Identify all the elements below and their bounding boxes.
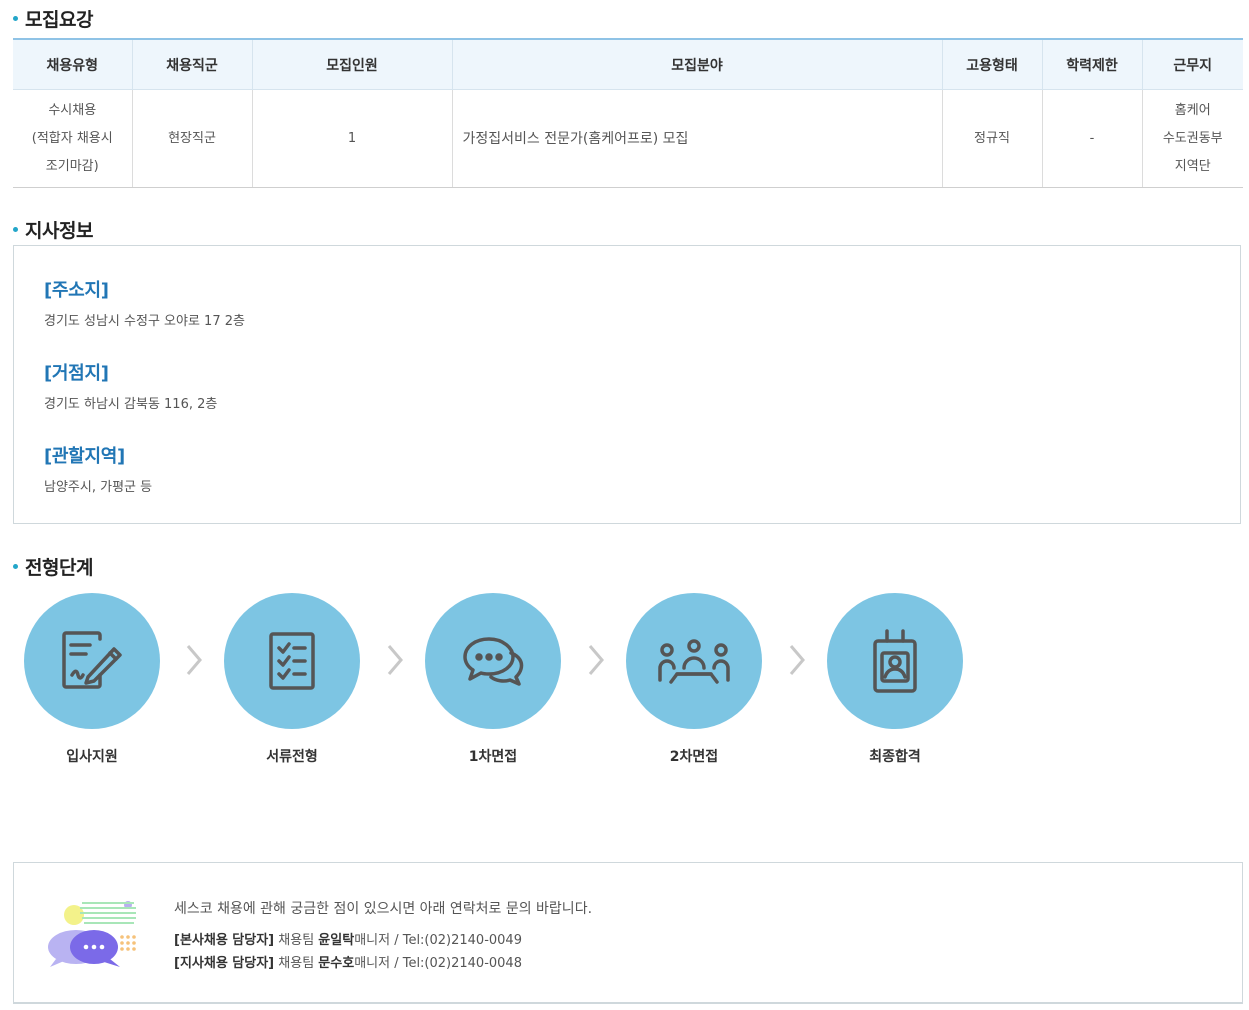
contact-hq-tel: 매니저 / Tel:(02)2140-0049 <box>354 933 522 948</box>
step-interview-2: 2차면접 <box>626 593 762 766</box>
branch-address: [주소지] 경기도 성남시 수정구 오야로 17 2층 <box>44 276 245 329</box>
th-job-group: 채용직군 <box>131 39 252 90</box>
bullet-icon <box>13 16 18 21</box>
branch-address-title: [주소지] <box>44 280 109 301</box>
contact-box: 세스코 채용에 관해 궁금한 점이 있으시면 아래 연락처로 문의 바랍니다. … <box>13 862 1243 1004</box>
section-title-branch: 지사정보 <box>13 216 93 243</box>
section-title-text: 모집요강 <box>25 9 93 31</box>
branch-base: [거점지] 경기도 하남시 감북동 116, 2층 <box>44 359 217 412</box>
branch-info-box: [주소지] 경기도 성남시 수정구 오야로 17 2층 [거점지] 경기도 하남… <box>13 245 1241 524</box>
chat-illustration-icon <box>48 901 136 967</box>
branch-base-title: [거점지] <box>44 363 109 384</box>
contact-branch: [지사채용 담당자] 채용팀 문수호매니저 / Tel:(02)2140-004… <box>174 952 522 971</box>
step-circle <box>827 593 963 729</box>
table-row: 수시채용 (적합자 채용시 조기마감) 현장직군 1 가정집서비스 전문가(홈케… <box>13 89 1243 188</box>
cell-type-line: 조기마감) <box>45 158 99 174</box>
th-education: 학력제한 <box>1041 39 1142 90</box>
step-circle <box>425 593 561 729</box>
step-document: 서류전형 <box>224 593 360 766</box>
th-employment: 고용형태 <box>941 39 1042 90</box>
contact-hq-team: 채용팀 <box>274 933 319 948</box>
step-apply: 입사지원 <box>24 593 160 766</box>
th-type: 채용유형 <box>13 39 132 90</box>
step-circle <box>626 593 762 729</box>
section-title-text: 지사정보 <box>25 220 93 242</box>
cell-job-group: 현장직군 <box>131 89 252 188</box>
bullet-icon <box>13 227 18 232</box>
step-label: 1차면접 <box>468 749 518 765</box>
contact-hq-label: [본사채용 담당자] <box>174 933 275 948</box>
cell-education: - <box>1041 89 1142 188</box>
step-label: 2차면접 <box>669 749 719 765</box>
branch-base-text: 경기도 하남시 감북동 116, 2층 <box>44 397 218 412</box>
id-badge-icon <box>873 629 917 693</box>
contact-branch-label: [지사채용 담당자] <box>174 956 275 971</box>
cell-type-line: (적합자 채용시 <box>31 130 113 146</box>
meeting-icon <box>658 639 730 684</box>
step-circle <box>24 593 160 729</box>
cell-type: 수시채용 (적합자 채용시 조기마감) <box>13 89 132 188</box>
step-final: 최종합격 <box>827 593 963 766</box>
section-title-recruit: 모집요강 <box>13 5 93 32</box>
recruit-table: 채용유형 채용직군 모집인원 모집분야 고용형태 학력제한 근무지 수시채용 (… <box>13 38 1243 188</box>
step-label: 입사지원 <box>66 749 118 765</box>
chevron-right-icon <box>387 645 403 675</box>
contact-hq: [본사채용 담당자] 채용팀 윤일탁매니저 / Tel:(02)2140-004… <box>174 929 522 948</box>
contact-branch-tel: 매니저 / Tel:(02)2140-0048 <box>354 956 522 971</box>
section-title-process: 전형단계 <box>13 553 93 580</box>
cell-employment: 정규직 <box>941 89 1042 188</box>
th-field: 모집분야 <box>451 39 942 90</box>
step-label: 서류전형 <box>266 749 318 765</box>
cell-field: 가정집서비스 전문가(홈케어프로) 모집 <box>451 89 942 188</box>
step-label: 최종합격 <box>869 749 921 765</box>
chat-bubbles-icon <box>463 637 524 686</box>
contact-branch-team: 채용팀 <box>274 956 319 971</box>
th-location: 근무지 <box>1141 39 1243 90</box>
chevron-right-icon <box>588 645 604 675</box>
contact-branch-name: 문수호 <box>318 956 355 971</box>
contact-intro: 세스코 채용에 관해 궁금한 점이 있으시면 아래 연락처로 문의 바랍니다. <box>174 901 593 917</box>
bullet-icon <box>13 564 18 569</box>
chevron-right-icon <box>789 645 805 675</box>
cell-location-line: 지역단 <box>1174 158 1211 174</box>
branch-region: [관할지역] 남양주시, 가평군 등 <box>44 442 152 495</box>
contact-hq-name: 윤일탁 <box>318 933 355 948</box>
branch-region-text: 남양주시, 가평군 등 <box>44 480 153 495</box>
branch-address-text: 경기도 성남시 수정구 오야로 17 2층 <box>44 314 245 329</box>
cell-location: 홈케어 수도권동부 지역단 <box>1141 89 1243 188</box>
cell-location-line: 수도권동부 <box>1162 130 1223 146</box>
th-headcount: 모집인원 <box>251 39 452 90</box>
step-interview-1: 1차면접 <box>425 593 561 766</box>
step-circle <box>224 593 360 729</box>
cell-headcount: 1 <box>251 89 452 188</box>
section-title-text: 전형단계 <box>25 557 93 579</box>
checklist-icon <box>269 632 315 690</box>
branch-region-title: [관할지역] <box>44 446 125 467</box>
table-header-row: 채용유형 채용직군 모집인원 모집분야 고용형태 학력제한 근무지 <box>13 39 1243 90</box>
cell-location-line: 홈케어 <box>1174 102 1211 118</box>
cell-type-line: 수시채용 <box>48 102 97 118</box>
chevron-right-icon <box>186 645 202 675</box>
apply-form-icon <box>62 631 122 689</box>
